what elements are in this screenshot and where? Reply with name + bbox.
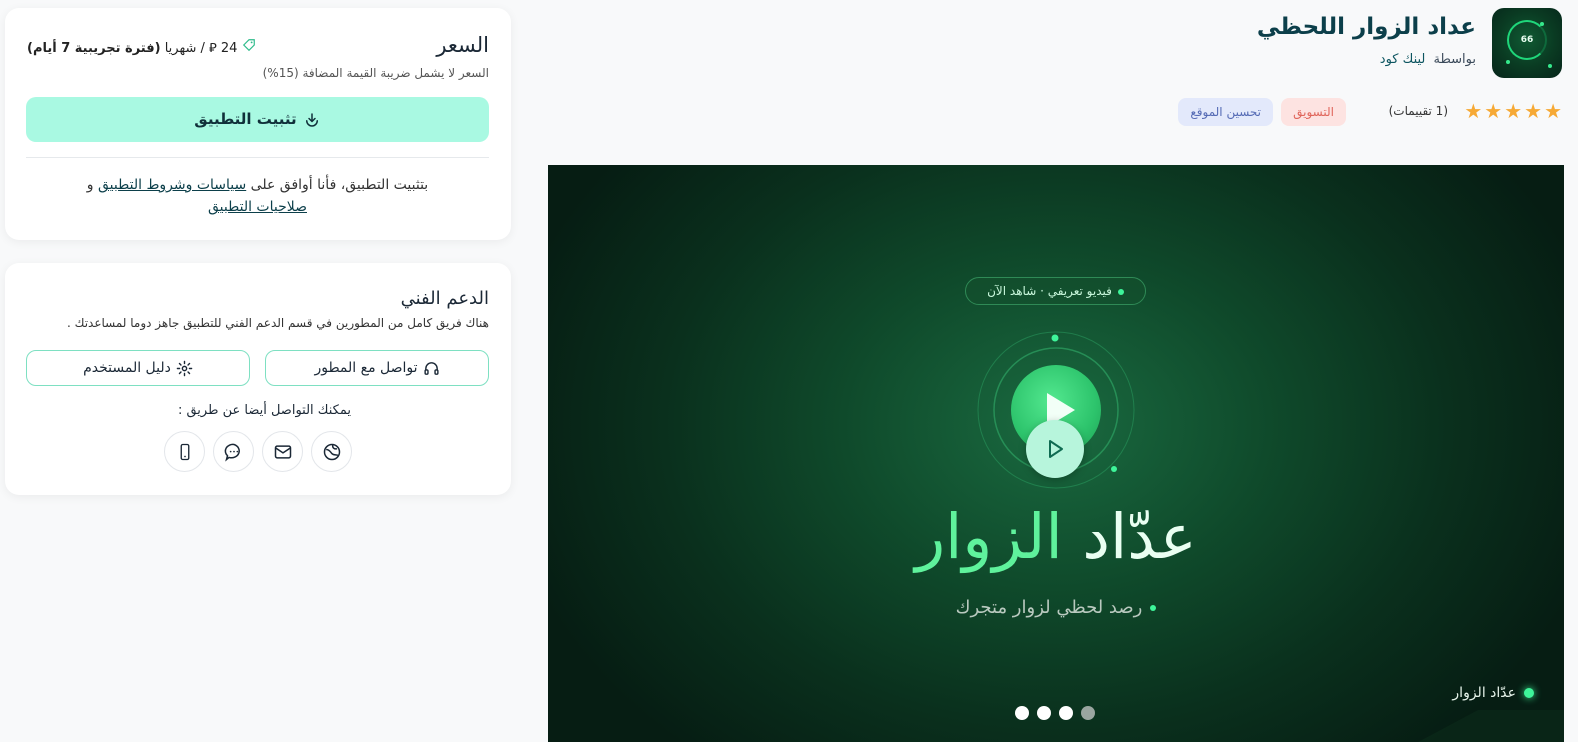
price-card: السعر 24 ⃁ / شهريا (فترة تجريبية 7 أيام)…	[5, 8, 511, 240]
price-amount: 24	[220, 41, 238, 56]
carousel-dot[interactable]	[1015, 706, 1029, 720]
promo-video[interactable]: فيديو تعريفي · شاهد الآن عدّاد الزوار رص…	[548, 165, 1564, 742]
video-subtitle-text: رصد لحظي لزوار متجرك	[955, 597, 1143, 618]
price-tag-icon	[237, 39, 255, 56]
price-period: / شهريا	[164, 41, 205, 56]
phone-icon[interactable]	[164, 431, 205, 472]
play-icon	[1049, 440, 1063, 458]
gear-icon	[176, 360, 193, 376]
tag-marketing[interactable]: التسويق	[1281, 98, 1346, 126]
video-brand: عدّاد الزوار	[1452, 685, 1534, 701]
video-brand-text: عدّاد الزوار	[1452, 685, 1516, 701]
website-icon[interactable]	[311, 431, 352, 472]
video-intro-pill: فيديو تعريفي · شاهد الآن	[965, 277, 1146, 305]
contact-also-label: يمكنك التواصل أيضا عن طريق :	[177, 403, 351, 418]
chat-icon[interactable]	[213, 431, 254, 472]
email-icon[interactable]	[262, 431, 303, 472]
contact-developer-label: تواصل مع المطور	[314, 360, 418, 376]
terms-and: و	[86, 177, 94, 193]
install-label: تثبيت التطبيق	[194, 110, 297, 128]
download-icon	[305, 112, 318, 127]
support-title: الدعم الفني	[400, 288, 489, 309]
subtitle-dot	[1150, 605, 1157, 611]
app-detail-page: 66 عداد الزوار اللحظي بواسطة لينك كود ★ …	[0, 0, 1578, 742]
star-icon: ★	[1504, 99, 1523, 123]
carousel-dots	[1015, 706, 1095, 720]
rating-stars: ★ ★ ★ ★ ★	[1464, 101, 1562, 121]
support-card: الدعم الفني هناك فريق كامل من المطورين ف…	[5, 263, 511, 495]
terms-permissions-link[interactable]: صلاحيات التطبيق	[208, 199, 307, 215]
carousel-dot[interactable]	[1037, 706, 1051, 720]
user-guide-label: دليل المستخدم	[83, 360, 171, 376]
app-title: عداد الزوار اللحظي	[1256, 14, 1476, 40]
rating-count[interactable]: (1 تقييمات)	[1389, 104, 1448, 118]
support-description: هناك فريق كامل من المطورين في قسم الدعم …	[66, 316, 489, 330]
star-icon: ★	[1484, 99, 1503, 123]
headphones-icon	[423, 361, 439, 375]
terms-prefix: بتثبيت التطبيق، فأنا أوافق على	[250, 177, 429, 193]
app-header: 66 عداد الزوار اللحظي بواسطة لينك كود	[1257, 8, 1562, 80]
vat-note: السعر لا يشمل ضريبة القيمة المضافة (15%)	[262, 66, 489, 80]
trial-label: (فترة تجريبية 7 أيام)	[27, 41, 161, 56]
video-subtitle: رصد لحظي لزوار متجرك	[548, 597, 1564, 618]
live-dot	[1117, 288, 1124, 295]
divider	[26, 157, 489, 158]
carousel-dot[interactable]	[1059, 706, 1073, 720]
star-icon: ★	[1544, 99, 1562, 123]
play-button[interactable]	[1026, 420, 1084, 478]
app-logo-number: 66	[1520, 35, 1534, 45]
contact-developer-button[interactable]: تواصل مع المطور	[265, 350, 489, 386]
logo-dot	[1540, 22, 1544, 26]
logo-dot	[1548, 64, 1552, 68]
currency-symbol: ⃁	[209, 41, 217, 56]
terms-policies-link[interactable]: سياسات وشروط التطبيق	[98, 177, 246, 193]
tag-seo[interactable]: تحسين الموقع	[1178, 98, 1273, 126]
price-value: 24 ⃁ / شهريا (فترة تجريبية 7 أيام)	[27, 38, 260, 56]
app-developer-line: بواسطة لينك كود	[1380, 52, 1476, 67]
video-title-part1: عدّاد	[1082, 500, 1197, 573]
video-title-part2: الزوار	[915, 500, 1063, 573]
app-meta-row: ★ ★ ★ ★ ★ (1 تقييمات) التسويق تحسين المو…	[1162, 98, 1562, 126]
video-title: عدّاد الزوار	[548, 500, 1564, 573]
brand-dot	[1524, 688, 1534, 698]
by-label: بواسطة	[1433, 52, 1476, 67]
star-icon: ★	[1524, 99, 1543, 123]
developer-link[interactable]: لينك كود	[1380, 52, 1426, 67]
app-logo: 66	[1492, 8, 1562, 78]
terms-text: بتثبيت التطبيق، فأنا أوافق على سياسات وش…	[26, 174, 489, 218]
logo-dot	[1506, 60, 1510, 64]
carousel-dot-active[interactable]	[1081, 706, 1095, 720]
contact-channels	[164, 431, 352, 472]
price-title: السعر	[436, 33, 489, 57]
star-icon: ★	[1464, 99, 1483, 123]
video-intro-text: فيديو تعريفي · شاهد الآن	[987, 284, 1112, 298]
install-button[interactable]: تثبيت التطبيق	[26, 97, 489, 142]
user-guide-button[interactable]: دليل المستخدم	[26, 350, 250, 386]
